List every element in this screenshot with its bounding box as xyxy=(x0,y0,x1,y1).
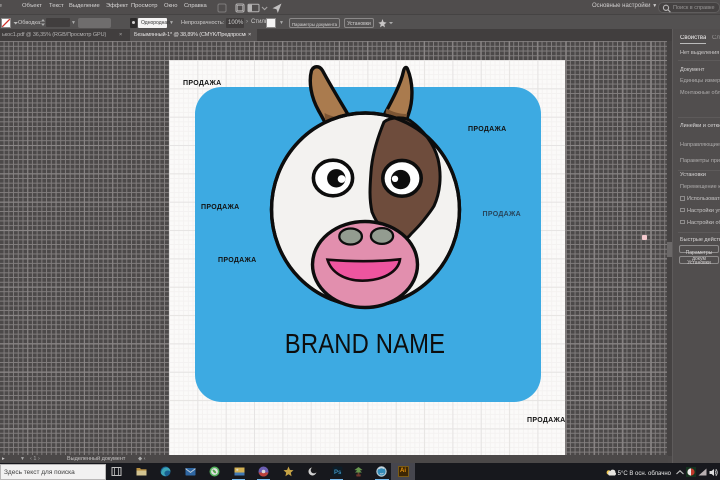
svg-text:Ps: Ps xyxy=(334,470,342,476)
